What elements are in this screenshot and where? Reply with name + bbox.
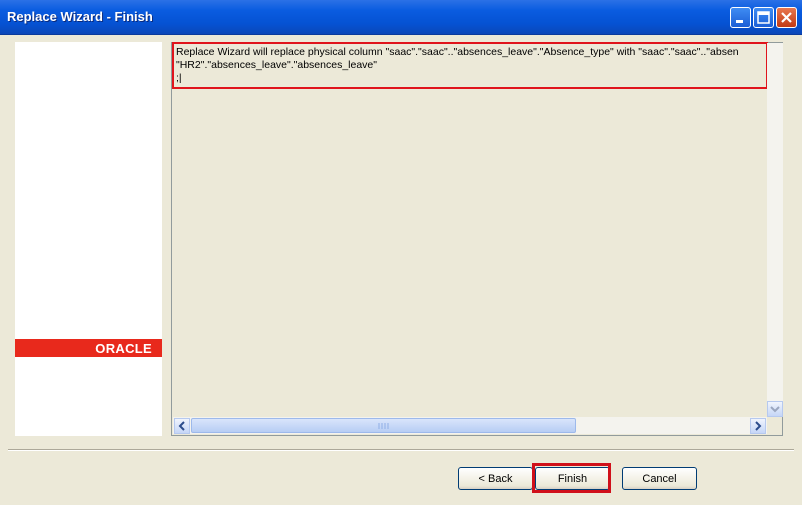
chevron-left-icon [178,421,185,431]
back-button[interactable]: < Back [458,467,533,490]
summary-highlight-box [172,42,768,89]
title-bar[interactable]: Replace Wizard - Finish [0,0,802,35]
scroll-left-button[interactable] [174,418,190,434]
cancel-button[interactable]: Cancel [622,467,697,490]
chevron-right-icon [755,421,762,431]
wizard-side-panel: ORACLE [15,42,162,436]
summary-text-area[interactable]: Replace Wizard will replace physical col… [171,42,783,436]
vertical-scrollbar[interactable] [767,43,783,417]
horizontal-scroll-thumb[interactable] [191,418,576,433]
minimize-icon [736,20,743,23]
scroll-down-button[interactable] [767,401,783,417]
maximize-icon [757,11,770,24]
grip-icon [378,423,389,429]
replace-wizard-window: Replace Wizard - Finish ORACLE Replace W… [0,0,802,505]
window-title: Replace Wizard - Finish [7,9,153,24]
button-separator [8,449,794,451]
close-button[interactable] [776,7,797,28]
maximize-button[interactable] [753,7,774,28]
horizontal-scrollbar[interactable] [173,417,767,434]
minimize-button[interactable] [730,7,751,28]
chevron-down-icon [770,406,780,413]
close-icon [781,12,792,23]
oracle-logo: ORACLE [95,341,152,356]
scroll-right-button[interactable] [750,418,766,434]
finish-highlight-box [532,463,611,493]
oracle-logo-banner: ORACLE [15,339,162,357]
